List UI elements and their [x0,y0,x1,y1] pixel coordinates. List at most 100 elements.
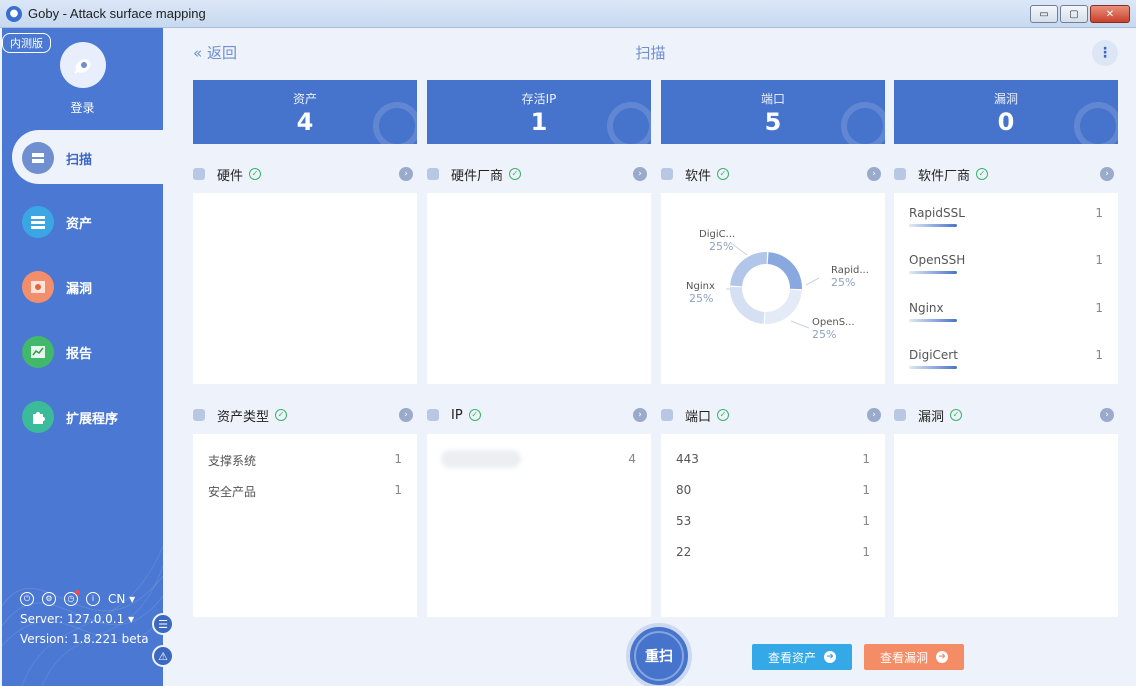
chevron-right-icon[interactable]: › [1100,408,1114,422]
warning-icon[interactable]: ⚠ [152,645,174,667]
count-bar [909,319,957,322]
sidebar: 内测版 登录 扫描 资产 漏洞 报告 扩展程序 ⏻ ⚙ ◷ i CN ▾ Ser… [2,28,163,686]
stat-label: 存活IP [521,92,557,106]
stat-card-live-ip[interactable]: 存活IP 1 [427,80,651,144]
bug-icon [894,409,906,421]
panel-title: 漏洞 [918,409,945,425]
donut-slice[interactable] [767,252,802,290]
monitor-icon [427,409,439,421]
chevron-right-icon[interactable]: › [399,167,413,181]
info-icon[interactable]: i [86,592,100,606]
panel-title: 端口 [685,409,712,425]
stat-label: 端口 [760,92,785,106]
sidebar-item-extensions[interactable]: 扩展程序 [22,400,162,434]
port-icon [661,409,673,421]
sidebar-item-assets[interactable]: 资产 [22,205,162,239]
sidebar-item-label: 资产 [66,216,93,232]
puzzle-icon [22,401,54,433]
vendor-icon [427,168,439,180]
check-icon: ✓ [468,409,481,421]
sidebar-item-vulns[interactable]: 漏洞 [22,270,162,304]
clock-icon[interactable]: ◷ [64,590,80,606]
chevron-right-icon[interactable]: › [633,408,647,422]
settings-icon[interactable]: ⚙ [42,592,56,606]
panel-title: 软件 [685,168,712,184]
panel-hardware [193,193,417,384]
goby-avatar-icon [74,59,91,74]
donut-label-openssh: OpenS... 25% [812,317,855,341]
menu-toggle-icon[interactable]: ☰ [152,613,174,635]
view-assets-button[interactable]: 查看资产 ➜ [752,644,852,670]
chevron-right-icon[interactable]: › [399,408,413,422]
panel-header-asset-type: 资产类型 ✓ › [193,405,417,425]
stat-value: 0 [997,108,1015,136]
stat-value: 4 [296,108,314,136]
server-select[interactable]: Server: 127.0.0.1 ▾ [20,612,149,626]
sidebar-item-label: 扩展程序 [66,411,119,427]
avatar[interactable] [60,42,106,88]
chevron-right-icon[interactable]: › [867,408,881,422]
person-icon [894,168,906,180]
list-item[interactable]: 443 1 [676,452,870,466]
stat-card-assets[interactable]: 资产 4 [193,80,417,144]
list-item[interactable]: RapidSSL 1 [909,206,1103,227]
top-navigation: « 返回 扫描 ⋮ [193,40,1118,66]
software-icon [661,168,673,180]
sidebar-item-reports[interactable]: 报告 [22,335,162,369]
stat-card-vulns[interactable]: 漏洞 0 [894,80,1118,144]
panel-asset-type: 支撑系统 1 安全产品 1 [193,434,417,617]
chevron-right-icon[interactable]: › [1100,167,1114,181]
list-item[interactable]: 80 1 [676,483,870,497]
title-bar: ● Goby - Attack surface mapping ▭ ▢ ✕ [0,0,1136,28]
stat-card-ports[interactable]: 端口 5 [661,80,885,144]
list-item[interactable]: Nginx 1 [909,301,1103,322]
check-icon: ✓ [275,409,288,421]
donut-slice[interactable] [764,289,802,324]
panel-title: 硬件厂商 [451,168,504,184]
more-options-icon[interactable]: ⋮ [1092,40,1118,66]
donut-slice[interactable] [730,252,768,287]
power-icon[interactable]: ⏻ [20,592,34,606]
maximize-button[interactable]: ▢ [1060,5,1088,23]
list-item[interactable]: 53 1 [676,514,870,528]
login-link[interactable]: 登录 [2,99,163,116]
language-select[interactable]: CN ▾ [108,592,135,606]
list-item[interactable]: 安全产品 1 [208,483,402,500]
donut-label-rapidssl: Rapid... 25% [831,265,869,289]
list-item[interactable]: 22 1 [676,545,870,559]
stat-label: 资产 [292,92,317,106]
panel-header-software: 软件 ✓ › [661,164,885,184]
check-icon: ✓ [976,168,989,180]
chevron-right-icon[interactable]: › [867,167,881,181]
panel-header-hardware: 硬件 ✓ › [193,164,417,184]
page-title: 扫描 [635,44,666,62]
asset-icon [22,206,54,238]
list-item[interactable]: DigiCert 1 [909,348,1103,369]
panel-ports: 443 1 80 1 53 1 22 1 [661,434,885,617]
minimize-button[interactable]: ▭ [1030,5,1058,23]
panel-title: IP [451,407,463,423]
chip-icon [193,168,205,180]
window-controls: ▭ ▢ ✕ [1030,5,1130,23]
panel-header-ports: 端口 ✓ › [661,405,885,425]
check-icon: ✓ [717,168,730,180]
report-icon [22,336,54,368]
beta-badge: 内测版 [2,33,51,53]
bug-icon [22,271,54,303]
sidebar-item-scan[interactable]: 扫描 [22,141,162,175]
list-item[interactable]: OpenSSH 1 [909,253,1103,274]
panel-header-sw-vendor: 软件厂商 ✓ › [894,164,1118,184]
scan-icon [22,142,54,174]
view-vulns-button[interactable]: 查看漏洞 ➜ [864,644,964,670]
panel-title: 软件厂商 [918,168,971,184]
chevron-right-icon[interactable]: › [633,167,647,181]
stat-label: 漏洞 [993,92,1018,106]
check-icon: ✓ [950,409,963,421]
donut-slice[interactable] [730,286,765,324]
arrow-right-icon: ➜ [824,651,836,663]
rescan-button[interactable]: 重扫 [626,623,692,686]
redacted-ip [441,450,521,468]
list-item[interactable]: 支撑系统 1 [208,452,402,469]
panel-header-hw-vendor: 硬件厂商 ✓ › [427,164,651,184]
close-button[interactable]: ✕ [1090,5,1130,23]
